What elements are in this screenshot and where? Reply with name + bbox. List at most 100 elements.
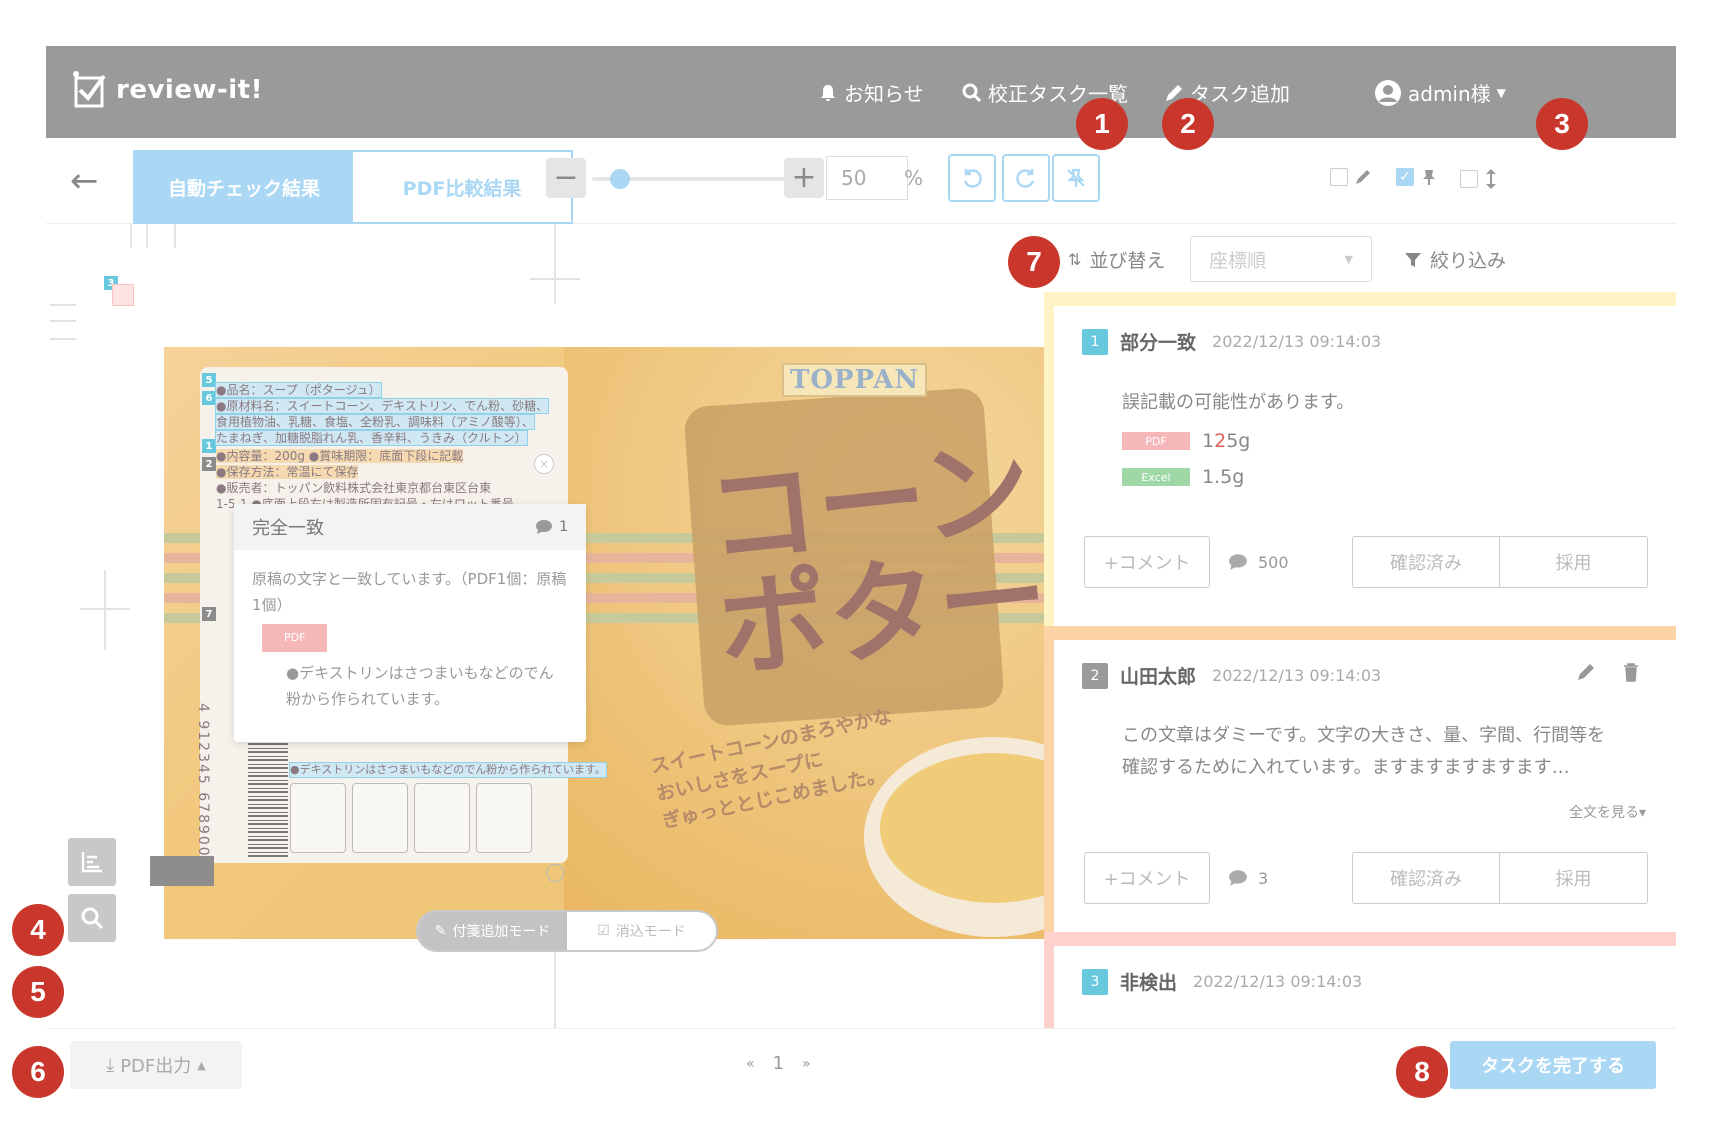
- pin-marker-6[interactable]: 6: [202, 391, 216, 405]
- popup-title: 完全一致: [252, 518, 324, 539]
- decision-buttons: 確認済み 採用: [1352, 852, 1648, 904]
- caret-up-icon: ▲: [197, 1058, 206, 1072]
- comment-count[interactable]: 500: [1228, 553, 1318, 572]
- label-line[interactable]: たまねぎ、加糖脱脂れん乳、香辛料、うきみ（クルトン）: [215, 430, 528, 446]
- ruler-mark: [174, 224, 176, 248]
- document-canvas[interactable]: 3 TOPPAN コーン ポタージュ スイートコーンのまろやかな おいしさをスー…: [46, 224, 1044, 1028]
- label-line: ●販売者：トッパン飲料株式会社東京都台東区台東: [216, 481, 492, 495]
- list-chart-icon: [81, 852, 102, 873]
- card-title: 部分一致: [1120, 332, 1197, 354]
- confirmed-button[interactable]: 確認済み: [1352, 852, 1500, 904]
- option-pin[interactable]: ✓: [1396, 168, 1438, 186]
- comment-count[interactable]: 3: [1228, 869, 1318, 888]
- hide-pins-button[interactable]: [1052, 154, 1100, 202]
- crosshair-marker: [80, 608, 130, 610]
- popup-comments[interactable]: 1: [535, 519, 568, 535]
- close-icon[interactable]: ×: [534, 454, 554, 474]
- pin-marker-1[interactable]: 1: [202, 439, 216, 453]
- label-line[interactable]: 食用植物油、乳糖、食塩、全粉乳、調味料（アミノ酸等）、: [215, 414, 535, 430]
- crosshair-marker: [104, 570, 106, 650]
- sticky-add-mode[interactable]: ✎ 付箋追加モード: [418, 912, 567, 950]
- result-card[interactable]: 3 非検出 2022/12/13 09:14:03: [1044, 932, 1676, 1028]
- label-line[interactable]: ●内容量：200g ●賞味期限：底面下段に記載: [216, 449, 464, 463]
- pdf-tag: PDF: [1122, 432, 1190, 450]
- adopt-button[interactable]: 採用: [1500, 852, 1648, 904]
- pen-checkbox[interactable]: [1330, 168, 1348, 186]
- result-card-list: 1 部分一致 2022/12/13 09:14:03 誤記載の可能性があります。…: [1044, 292, 1676, 1028]
- nav-notifications[interactable]: お知らせ: [818, 78, 924, 107]
- pin-marker-7[interactable]: 7: [202, 607, 216, 621]
- pushpin-icon: [1423, 170, 1435, 185]
- result-card[interactable]: 1 部分一致 2022/12/13 09:14:03 誤記載の可能性があります。…: [1044, 292, 1676, 626]
- result-tabs: 自動チェック結果 PDF比較結果: [133, 150, 573, 224]
- nav-notifications-label: お知らせ: [844, 82, 924, 106]
- crosshair-marker: [530, 278, 580, 280]
- sort-select[interactable]: 座標順 ▼: [1190, 236, 1372, 282]
- option-vertical[interactable]: [1460, 168, 1498, 190]
- erase-mode[interactable]: ☑ 消込モード: [567, 912, 716, 950]
- match-popup[interactable]: 完全一致 1 原稿の文字と一致しています。（PDF1個：原稿1個） PDF ●デ…: [234, 504, 586, 742]
- diff-row-pdf: PDF 125g: [1122, 430, 1250, 452]
- excel-tag: Excel: [1122, 468, 1190, 486]
- zoom-unit: %: [904, 166, 924, 190]
- back-arrow-icon[interactable]: ←: [70, 164, 99, 198]
- forest-fund-mark: [414, 783, 470, 853]
- redo-button[interactable]: [1002, 154, 1050, 202]
- popup-message: 原稿の文字と一致しています。（PDF1個：原稿1個）: [252, 570, 567, 614]
- pdf-value: 125g: [1202, 430, 1251, 452]
- tab-auto-check[interactable]: 自動チェック結果: [135, 152, 353, 222]
- zoom-out-button[interactable]: −: [546, 158, 586, 198]
- label-line[interactable]: ●保存方法：常温にて保存: [216, 465, 359, 479]
- viewer-toolbar: ← 自動チェック結果 PDF比較結果 − + 50 % ✓: [46, 138, 1676, 224]
- vertical-checkbox[interactable]: [1460, 170, 1478, 188]
- diff-row-excel: Excel 1.5g: [1122, 466, 1244, 488]
- filter-button[interactable]: 絞り込み: [1404, 246, 1506, 273]
- tab-pdf-compare[interactable]: PDF比較結果: [353, 152, 571, 222]
- sort-label: ⇅ 並び替え: [1068, 250, 1166, 272]
- label-line[interactable]: ●原材料名：スイートコーン、デキストリン、でん粉、砂糖、: [214, 398, 550, 414]
- ruler-mark: [130, 224, 132, 248]
- comment-icon: [536, 520, 553, 534]
- bell-icon: [821, 84, 835, 101]
- label-line[interactable]: ●デキストリンはさつまいもなどのでん粉から作られています。: [289, 762, 607, 778]
- label-line[interactable]: ●品名：スープ（ポタージュ）: [215, 382, 382, 398]
- callout-5: 5: [12, 966, 64, 1018]
- undo-button[interactable]: [948, 154, 996, 202]
- card-time: 2022/12/13 09:14:03: [1212, 332, 1382, 351]
- pin-marker-2[interactable]: 2: [202, 457, 216, 471]
- search-tool-button[interactable]: [68, 894, 116, 942]
- app-name: review-it!: [116, 75, 263, 105]
- option-pen[interactable]: [1330, 168, 1372, 186]
- app-logo[interactable]: review-it!: [70, 68, 263, 112]
- zoom-in-button[interactable]: +: [784, 158, 824, 198]
- top-header: review-it! お知らせ 校正タスク一覧 タスク追加 admin様 ▼: [46, 46, 1676, 138]
- add-comment-button[interactable]: +コメント: [1084, 852, 1210, 904]
- prev-page-button[interactable]: «: [746, 1056, 755, 1072]
- zoom-input[interactable]: 50: [826, 156, 908, 200]
- callout-7: 7: [1008, 236, 1060, 288]
- pdf-output-button[interactable]: ⤓ PDF出力 ▲: [70, 1041, 242, 1089]
- complete-task-button[interactable]: タスクを完了する: [1450, 1041, 1656, 1089]
- user-menu[interactable]: admin様 ▼: [1374, 78, 1506, 107]
- target-icon: [546, 864, 564, 882]
- confirmed-button[interactable]: 確認済み: [1352, 536, 1500, 588]
- user-name: admin様: [1408, 82, 1491, 106]
- current-page: 1: [772, 1053, 785, 1074]
- result-card[interactable]: 2 山田太郎 2022/12/13 09:14:03 この文章はダミーです。文字…: [1044, 626, 1676, 932]
- pin-marker-5[interactable]: 5: [202, 373, 216, 387]
- outline-toggle-button[interactable]: [68, 838, 116, 886]
- caret-down-icon: ▼: [1496, 85, 1506, 100]
- pencil-icon[interactable]: [1576, 662, 1596, 682]
- product-title: コーン ポタージュ: [701, 422, 1044, 694]
- download-icon: ⤓: [106, 1054, 115, 1076]
- zoom-slider-handle[interactable]: [610, 169, 630, 189]
- barcode-number: 4 912345 678900: [195, 703, 211, 858]
- adopt-button[interactable]: 採用: [1500, 536, 1648, 588]
- add-comment-button[interactable]: +コメント: [1084, 536, 1210, 588]
- filter-icon: [1405, 252, 1421, 267]
- trash-icon[interactable]: [1622, 662, 1640, 682]
- callout-8: 8: [1396, 1046, 1448, 1098]
- pin-checkbox[interactable]: ✓: [1396, 168, 1414, 186]
- show-full-text-link[interactable]: 全文を見る▾: [1569, 802, 1646, 822]
- next-page-button[interactable]: »: [802, 1056, 811, 1072]
